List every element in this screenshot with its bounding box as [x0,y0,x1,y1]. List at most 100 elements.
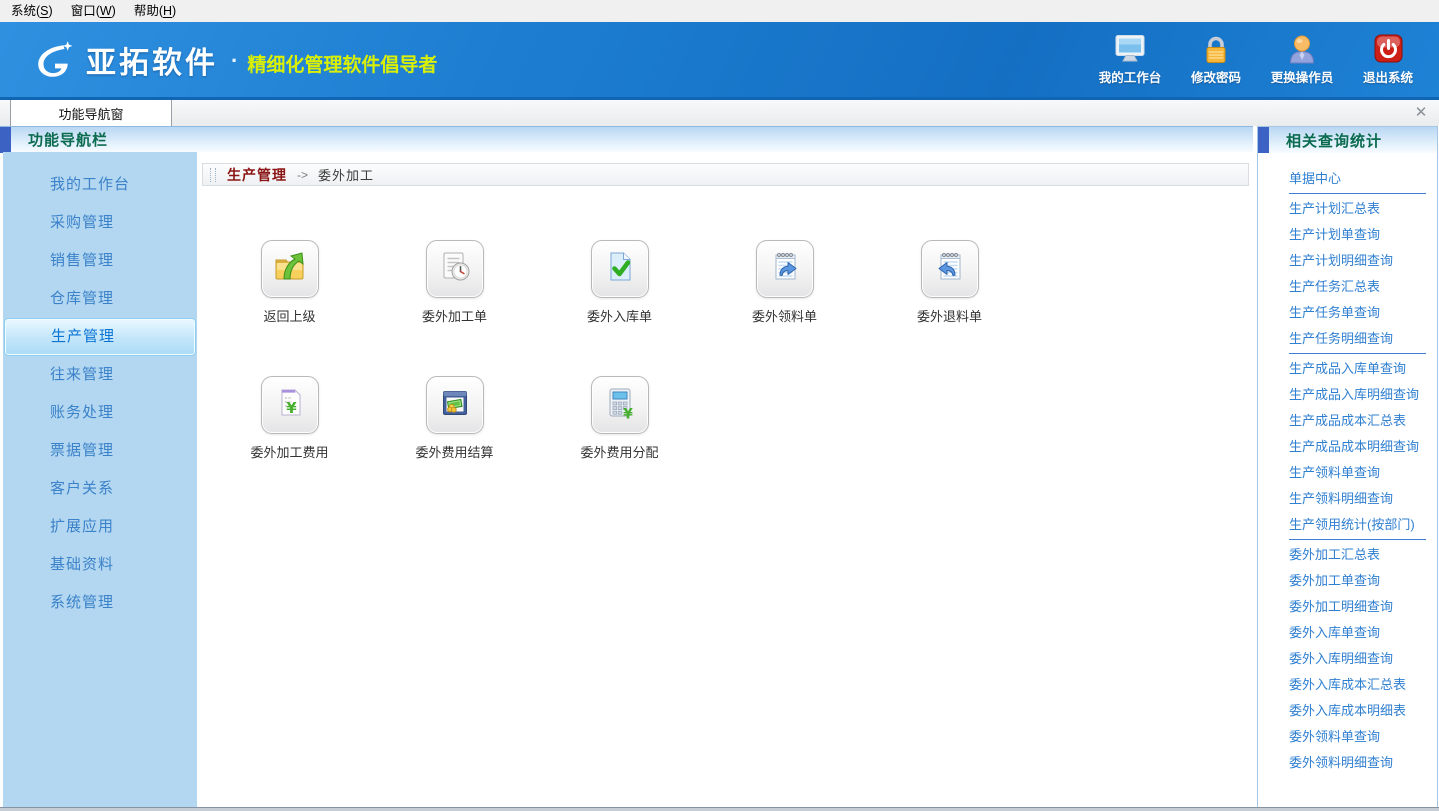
query-link[interactable]: 生产任务明细查询 [1258,326,1437,352]
header-action-power[interactable]: 退出系统 [1353,34,1423,86]
app-item: 委外入库单 [537,240,702,376]
app-button[interactable] [261,240,319,298]
sidebar-item[interactable]: 仓库管理 [3,280,197,318]
query-panel-header: 相关查询统计 [1258,127,1437,153]
sidebar-item[interactable]: 账务处理 [3,394,197,432]
app-label: 委外费用结算 [415,442,493,461]
query-panel: 相关查询统计 单据中心生产计划汇总表生产计划单查询生产计划明细查询生产任务汇总表… [1257,126,1438,808]
header-accent-square [0,127,11,153]
sidebar-item[interactable]: 往来管理 [3,356,197,394]
query-link-list: 单据中心生产计划汇总表生产计划单查询生产计划明细查询生产任务汇总表生产任务单查询… [1258,153,1437,776]
svg-text:¥: ¥ [623,406,633,422]
folder-up-icon [270,247,310,292]
query-link[interactable]: 生产任务汇总表 [1258,274,1437,300]
header-action-monitor[interactable]: 我的工作台 [1095,34,1165,86]
query-link[interactable]: 委外入库明细查询 [1258,646,1437,672]
query-link[interactable]: 委外入库成本汇总表 [1258,672,1437,698]
sidebar-item[interactable]: 票据管理 [3,432,197,470]
sidebar-item[interactable]: 系统管理 [3,584,197,622]
query-link[interactable]: 生产成品成本明细查询 [1258,434,1437,460]
header-action-operator[interactable]: 更换操作员 [1267,34,1337,86]
app-button[interactable] [756,240,814,298]
query-link[interactable]: 委外入库成本明细表 [1258,698,1437,724]
brand: 亚拓软件 · 精细化管理软件倡导者 [30,38,437,82]
query-link[interactable]: 生产计划单查询 [1258,222,1437,248]
header-action-label: 修改密码 [1191,67,1241,86]
app-item: ¥ 委外加工费用 [207,376,372,512]
app-item: 委外领料单 [702,240,867,376]
app-label: 委外加工单 [422,306,487,325]
app-item: 委外费用结算 [372,376,537,512]
query-link[interactable]: 委外加工单查询 [1258,568,1437,594]
app-label: 委外领料单 [752,306,817,325]
query-link[interactable]: 生产成品入库明细查询 [1258,382,1437,408]
app-item: 返回上级 [207,240,372,376]
divider [1289,353,1426,354]
app-button[interactable] [426,376,484,434]
app-item: 委外加工单 [372,240,537,376]
breadcrumb-parent[interactable]: 生产管理 [227,165,287,185]
calculator-yen-icon: ¥ [600,383,640,428]
query-link[interactable]: 委外领料明细查询 [1258,750,1437,776]
query-link[interactable]: 生产计划汇总表 [1258,196,1437,222]
query-link[interactable]: 生产任务单查询 [1258,300,1437,326]
query-link[interactable]: 生产成品入库单查询 [1258,356,1437,382]
brand-name: 亚拓软件 [86,38,218,82]
sidebar-item[interactable]: 销售管理 [3,242,197,280]
sidebar-item[interactable]: 我的工作台 [3,166,197,204]
query-link[interactable]: 委外加工汇总表 [1258,542,1437,568]
tab-label: 功能导航窗 [58,104,123,123]
sidebar-item[interactable]: 采购管理 [3,204,197,242]
query-link[interactable]: 生产领料明细查询 [1258,486,1437,512]
operator-icon [1283,34,1321,64]
header-accent-square [1258,127,1269,153]
sidebar-item[interactable]: 基础资料 [3,546,197,584]
grip-handle-icon [210,168,216,182]
left-nav: 我的工作台采购管理销售管理仓库管理生产管理往来管理账务处理票据管理客户关系扩展应… [3,152,197,808]
app-label: 委外退料单 [917,306,982,325]
doc-check-icon [600,247,640,292]
divider [1289,539,1426,540]
app-button[interactable] [921,240,979,298]
workspace: 功能导航栏 我的工作台采购管理销售管理仓库管理生产管理往来管理账务处理票据管理客… [0,126,1439,811]
app-label: 委外加工费用 [250,442,328,461]
sidebar-item[interactable]: 客户关系 [3,470,197,508]
brand-logo-icon [30,39,78,81]
app-button[interactable]: ¥ [591,376,649,434]
query-link[interactable]: 单据中心 [1258,166,1437,192]
tab-function-nav[interactable]: 功能导航窗 [10,100,172,126]
app-label: 委外费用分配 [580,442,658,461]
query-link[interactable]: 生产成品成本汇总表 [1258,408,1437,434]
app-item: ¥ 委外费用分配 [537,376,702,512]
app-item: 委外退料单 [867,240,1032,376]
app-button[interactable] [426,240,484,298]
query-link[interactable]: 生产计划明细查询 [1258,248,1437,274]
sidebar-item[interactable]: 生产管理 [4,318,196,356]
close-icon[interactable]: ✕ [1412,104,1430,122]
monitor-icon [1111,34,1149,64]
menu-item[interactable]: 系统(S) [2,0,62,22]
sidebar-item[interactable]: 扩展应用 [3,508,197,546]
query-link[interactable]: 委外入库单查询 [1258,620,1437,646]
left-nav-title: 功能导航栏 [28,129,108,150]
app-header: 亚拓软件 · 精细化管理软件倡导者 我的工作台修改密码 更换操作员退出系统 [0,22,1439,97]
lock-icon [1197,34,1235,64]
tab-strip: 功能导航窗 ✕ [0,97,1439,126]
breadcrumb: 生产管理 -> 委外加工 [202,163,1249,186]
money-window-icon [435,383,475,428]
query-link[interactable]: 生产领用统计(按部门) [1258,512,1437,538]
query-link[interactable]: 生产领料单查询 [1258,460,1437,486]
doc-clock-icon [435,247,475,292]
app-button[interactable]: ¥ [261,376,319,434]
header-action-lock[interactable]: 修改密码 [1181,34,1251,86]
query-link[interactable]: 委外领料单查询 [1258,724,1437,750]
power-icon [1369,34,1407,64]
app-icon-grid: 返回上级 委外加工单 委外入库单 委外领料单 委外退料单 ¥ 委外加工费用 委外费用结算 ¥ 委外… [207,240,1037,512]
app-button[interactable] [591,240,649,298]
menu-item[interactable]: 帮助(H) [125,0,185,22]
menu-item[interactable]: 窗口(W) [62,0,125,22]
notepad-arrow-right-icon [765,247,805,292]
query-link[interactable]: 委外加工明细查询 [1258,594,1437,620]
window-bottom-edge [0,807,1439,811]
divider [1289,193,1426,194]
